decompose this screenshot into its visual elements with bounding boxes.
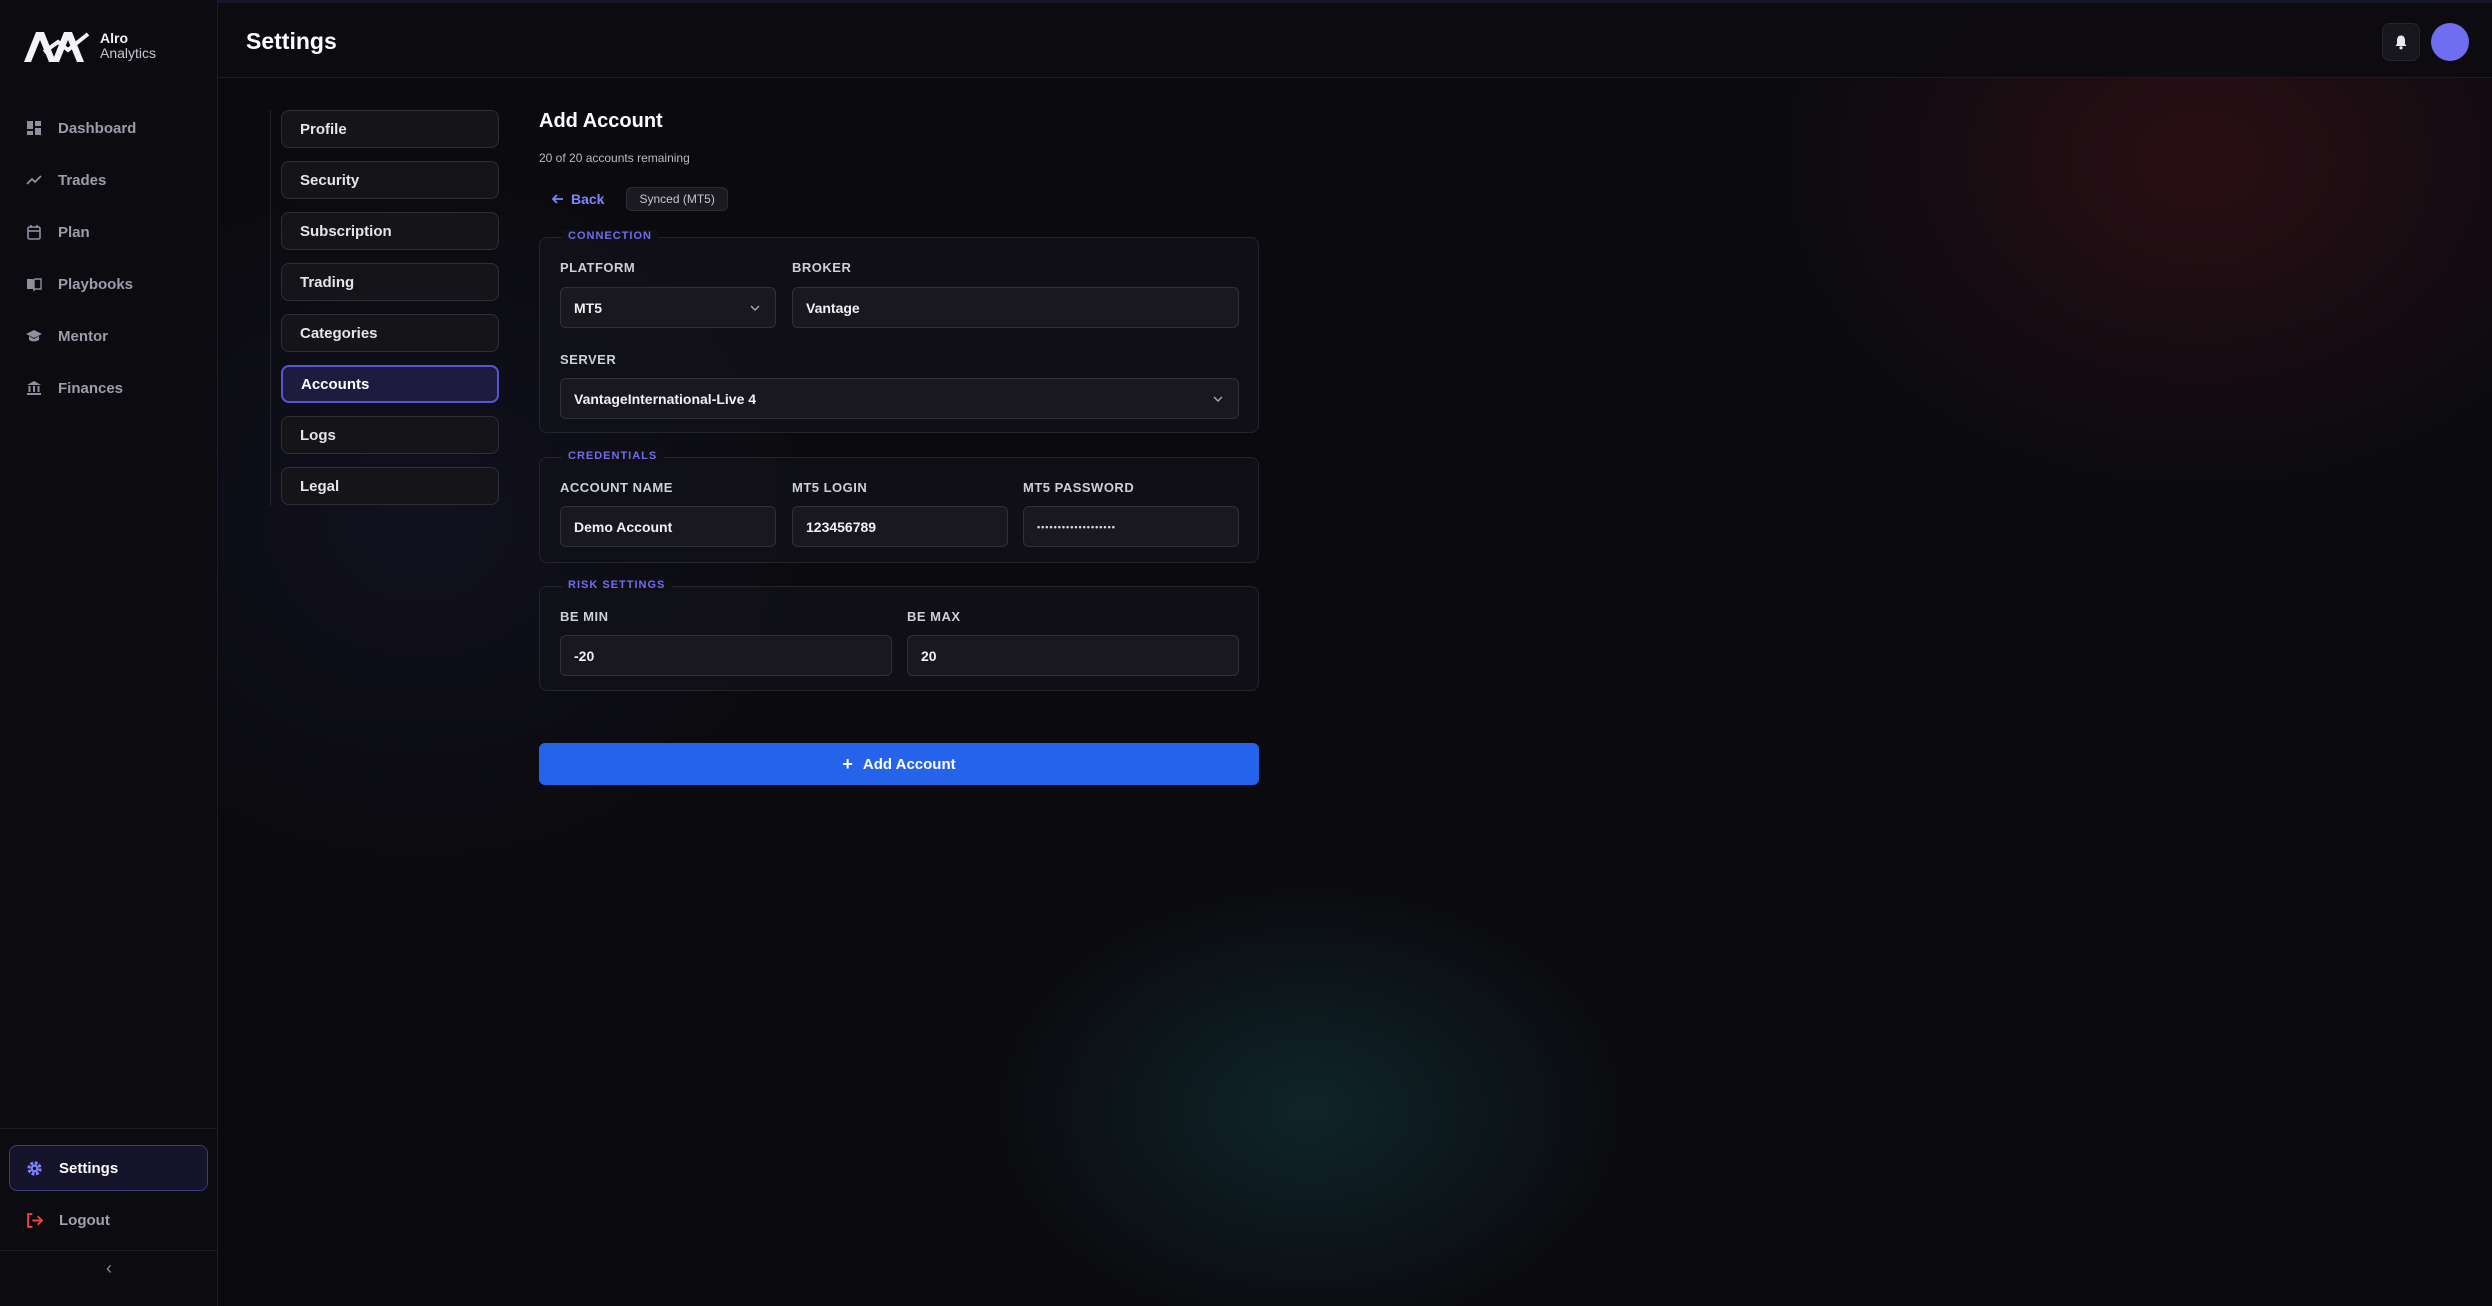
gear-icon — [27, 1160, 42, 1176]
sidebar: Alro Analytics Dashboard Trades Plan Pla… — [0, 0, 218, 1306]
account-name-field[interactable]: Demo Account — [560, 506, 776, 547]
chevron-down-icon — [750, 305, 760, 311]
tab-logs[interactable]: Logs — [281, 416, 499, 454]
sidebar-item-settings[interactable]: Settings — [9, 1145, 208, 1191]
top-header: Settings — [218, 0, 2492, 78]
book-icon — [27, 278, 42, 292]
logout-button[interactable]: Logout — [0, 1197, 218, 1243]
tab-legal[interactable]: Legal — [281, 467, 499, 505]
sidebar-item-finances[interactable]: Finances — [0, 362, 218, 414]
sidebar-item-dashboard[interactable]: Dashboard — [0, 102, 218, 154]
server-value: VantageInternational-Live 4 — [574, 390, 757, 407]
sidebar-item-label: Settings — [59, 1159, 119, 1177]
tab-profile[interactable]: Profile — [281, 110, 499, 148]
logo-mark-icon — [24, 32, 90, 62]
sidebar-nav: Dashboard Trades Plan Playbooks Mentor F… — [0, 102, 218, 414]
chevron-left-icon: ‹ — [106, 1257, 112, 1278]
bank-icon — [27, 381, 41, 395]
logo-text: Alro Analytics — [100, 31, 156, 61]
tab-trading[interactable]: Trading — [281, 263, 499, 301]
broker-value: Vantage — [806, 299, 860, 316]
chevron-down-icon — [1213, 396, 1223, 402]
be-max-label: BE MAX — [907, 609, 961, 624]
tab-categories[interactable]: Categories — [281, 314, 499, 352]
sidebar-item-label: Dashboard — [58, 119, 137, 137]
be-min-label: BE MIN — [560, 609, 609, 624]
form-title: Add Account — [539, 110, 663, 132]
sidebar-item-label: Trades — [58, 171, 107, 189]
sidebar-item-playbooks[interactable]: Playbooks — [0, 258, 218, 310]
add-account-form: Add Account 20 of 20 accounts remaining … — [539, 110, 1259, 691]
logout-label: Logout — [59, 1211, 110, 1229]
dashboard-icon — [27, 121, 41, 135]
mt5-password-value: ••••••••••••••••••• — [1037, 521, 1116, 532]
tab-subscription[interactable]: Subscription — [281, 212, 499, 250]
credentials-section: CREDENTIALS ACCOUNT NAME Demo Account MT… — [539, 450, 1259, 563]
avatar[interactable] — [2431, 23, 2469, 61]
platform-value: MT5 — [574, 299, 602, 316]
platform-select[interactable]: MT5 — [560, 287, 776, 328]
graduation-cap-icon — [26, 330, 42, 342]
page-title: Settings — [246, 28, 337, 54]
mt5-password-field[interactable]: ••••••••••••••••••• — [1023, 506, 1239, 547]
sidebar-item-label: Plan — [58, 223, 90, 241]
accounts-remaining-text: 20 of 20 accounts remaining — [539, 151, 690, 165]
sidebar-divider-bottom — [0, 1250, 218, 1251]
logo[interactable]: Alro Analytics — [22, 28, 156, 64]
be-max-value: 20 — [921, 647, 937, 664]
calendar-icon — [27, 225, 41, 240]
trend-icon — [26, 175, 42, 185]
sidebar-item-label: Finances — [58, 379, 124, 397]
tab-security[interactable]: Security — [281, 161, 499, 199]
broker-label: BROKER — [792, 260, 852, 275]
settings-nav-rail — [270, 110, 271, 506]
back-label: Back — [571, 191, 605, 207]
mt5-login-label: MT5 LOGIN — [792, 480, 868, 495]
logo-line1: Alro — [100, 30, 128, 46]
mt5-login-field[interactable]: 123456789 — [792, 506, 1008, 547]
sidebar-item-plan[interactable]: Plan — [0, 206, 218, 258]
connection-legend: CONNECTION — [562, 230, 658, 242]
notifications-button[interactable] — [2382, 23, 2420, 61]
connection-section: CONNECTION PLATFORM MT5 BROKER Vantage S… — [539, 230, 1259, 433]
arrow-left-icon — [551, 194, 563, 204]
sidebar-item-trades[interactable]: Trades — [0, 154, 218, 206]
credentials-legend: CREDENTIALS — [562, 450, 664, 462]
sync-status-badge: Synced (MT5) — [626, 187, 728, 211]
sidebar-item-label: Mentor — [58, 327, 108, 345]
be-min-value: -20 — [574, 647, 595, 664]
mt5-password-label: MT5 PASSWORD — [1023, 480, 1135, 495]
sidebar-divider — [0, 1128, 218, 1129]
risk-settings-section: RISK SETTINGS BE MIN -20 BE MAX 20 — [539, 579, 1259, 691]
collapse-sidebar-button[interactable]: ‹ — [94, 1256, 124, 1280]
logo-line2: Analytics — [100, 45, 157, 61]
account-name-label: ACCOUNT NAME — [560, 480, 673, 495]
server-label: SERVER — [560, 352, 617, 367]
sidebar-item-label: Playbooks — [58, 275, 134, 293]
plus-icon: + — [842, 753, 853, 774]
logout-icon — [27, 1212, 43, 1228]
account-name-value: Demo Account — [574, 518, 673, 535]
settings-nav: Profile Security Subscription Trading Ca… — [281, 110, 499, 518]
back-button[interactable]: Back — [539, 191, 604, 207]
be-max-field[interactable]: 20 — [907, 635, 1239, 676]
sidebar-item-mentor[interactable]: Mentor — [0, 310, 218, 362]
tab-accounts[interactable]: Accounts — [281, 365, 499, 403]
server-select[interactable]: VantageInternational-Live 4 — [560, 378, 1239, 419]
form-toolbar: Back Synced (MT5) — [539, 187, 1259, 211]
broker-input[interactable]: Vantage — [792, 287, 1239, 328]
bell-icon — [2395, 35, 2407, 50]
platform-label: PLATFORM — [560, 260, 636, 275]
add-account-button[interactable]: + Add Account — [539, 743, 1259, 785]
risk-settings-legend: RISK SETTINGS — [562, 579, 672, 591]
be-min-field[interactable]: -20 — [560, 635, 892, 676]
mt5-login-value: 123456789 — [806, 518, 877, 535]
add-account-label: Add Account — [862, 755, 956, 773]
